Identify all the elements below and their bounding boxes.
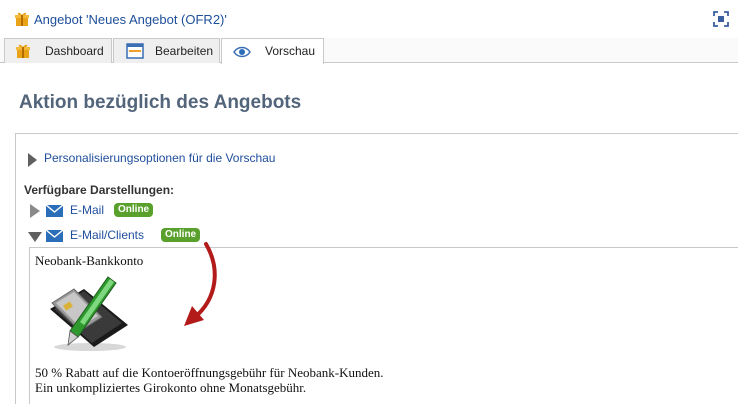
expand-arrow-icon[interactable]: [30, 204, 40, 218]
tab-dashboard[interactable]: Dashboard: [4, 38, 112, 63]
wallet-card-pen-image: [50, 276, 128, 351]
tab-bearbeiten[interactable]: Bearbeiten: [113, 38, 220, 63]
page-title: Aktion bezüglich des Angebots: [19, 92, 302, 113]
mail-icon: [46, 205, 63, 217]
collapse-arrow-icon[interactable]: [28, 232, 42, 242]
mail-icon: [46, 230, 63, 242]
rendition-label[interactable]: E-Mail: [70, 203, 104, 217]
tab-label: Vorschau: [265, 44, 316, 58]
form-icon: [126, 43, 144, 59]
offer-text-line-1: 50 % Rabatt auf die Kontoeröffnungsgebüh…: [35, 365, 384, 380]
tab-vorschau[interactable]: Vorschau: [221, 38, 324, 64]
rendition-preview: Neobank-Bankkonto 50 % Rabatt auf die Ko…: [29, 247, 738, 404]
offer-text-line-2: Ein unkompliziertes Girokonto ohne Monat…: [35, 380, 307, 395]
rendition-label[interactable]: E-Mail/Clients: [70, 228, 144, 242]
window-title: Angebot 'Neues Angebot (OFR2)': [34, 12, 227, 27]
personalization-options-link[interactable]: Personalisierungsoptionen für die Vorsch…: [44, 151, 275, 165]
eye-icon: [233, 46, 251, 58]
tab-bar: Dashboard Bearbeiten Vorschau: [0, 38, 738, 64]
annotation-arrow-icon: [184, 242, 217, 326]
gift-icon: [16, 44, 30, 58]
expand-arrow-icon: [28, 153, 37, 167]
offer-title: Neobank-Bankkonto: [35, 253, 144, 268]
available-renditions-label: Verfügbare Darstellungen:: [24, 183, 175, 197]
tab-label: Bearbeiten: [155, 44, 214, 58]
status-badge: Online: [114, 203, 154, 217]
gift-icon: [15, 12, 29, 26]
tab-label: Dashboard: [45, 44, 104, 58]
maximize-icon[interactable]: [713, 11, 729, 27]
window-titlebar: Angebot 'Neues Angebot (OFR2)': [0, 0, 738, 38]
